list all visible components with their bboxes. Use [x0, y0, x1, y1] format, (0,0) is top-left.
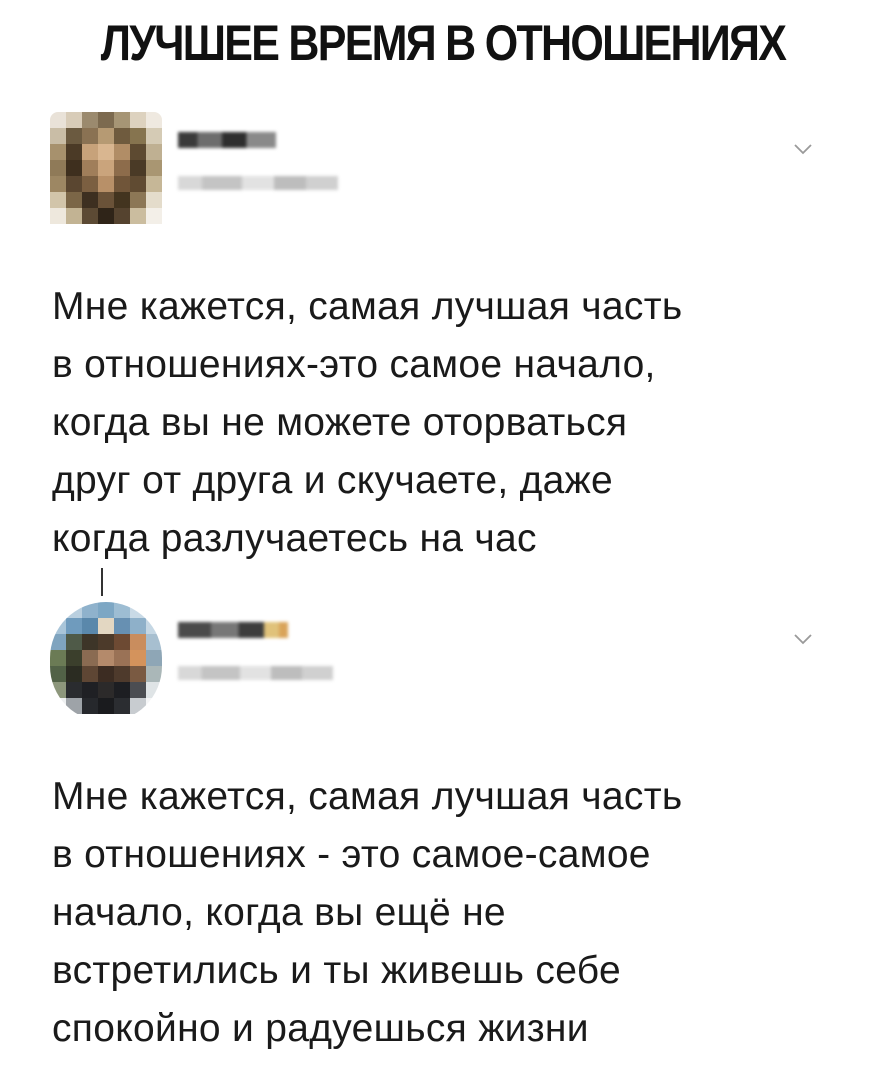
meme-headline: ЛУЧШЕЕ ВРЕМЯ В ОТНОШЕНИЯХ [100, 15, 787, 71]
chevron-down-icon[interactable] [790, 136, 816, 162]
tweet-text-line: друг от друга и скучаете, даже [52, 459, 614, 502]
author-block[interactable] [178, 132, 338, 190]
tweet-text: Мне кажется, самая лучшая часть в отноше… [52, 278, 842, 568]
tweet-text-line: Мне кажется, самая лучшая часть [52, 775, 683, 818]
tweet-text-line: в отношениях-это самое начало, [52, 343, 656, 386]
author-handle-redacted [178, 666, 333, 680]
avatar[interactable] [50, 602, 162, 722]
thread-connector-line [101, 568, 103, 596]
tweet-text-line: начало, когда вы ещё не [52, 891, 506, 934]
tweet-text-line: когда вы не можете оторваться [52, 401, 628, 444]
avatar[interactable] [50, 112, 162, 232]
author-block[interactable] [178, 622, 333, 680]
tweet-text-line: в отношениях - это самое-самое [52, 833, 651, 876]
chevron-down-icon[interactable] [790, 626, 816, 652]
author-name-redacted[interactable] [178, 132, 276, 148]
author-handle-redacted [178, 176, 338, 190]
tweet-text-line: когда разлучаетесь на час [52, 517, 537, 560]
tweet-text-line: Мне кажется, самая лучшая часть [52, 285, 683, 328]
tweet-text-line: спокойно и радуешься жизни [52, 1007, 589, 1050]
author-name-redacted[interactable] [178, 622, 288, 638]
tweet-text-line: встретились и ты живешь себе [52, 949, 621, 992]
tweet-text: Мне кажется, самая лучшая часть в отноше… [52, 768, 842, 1058]
